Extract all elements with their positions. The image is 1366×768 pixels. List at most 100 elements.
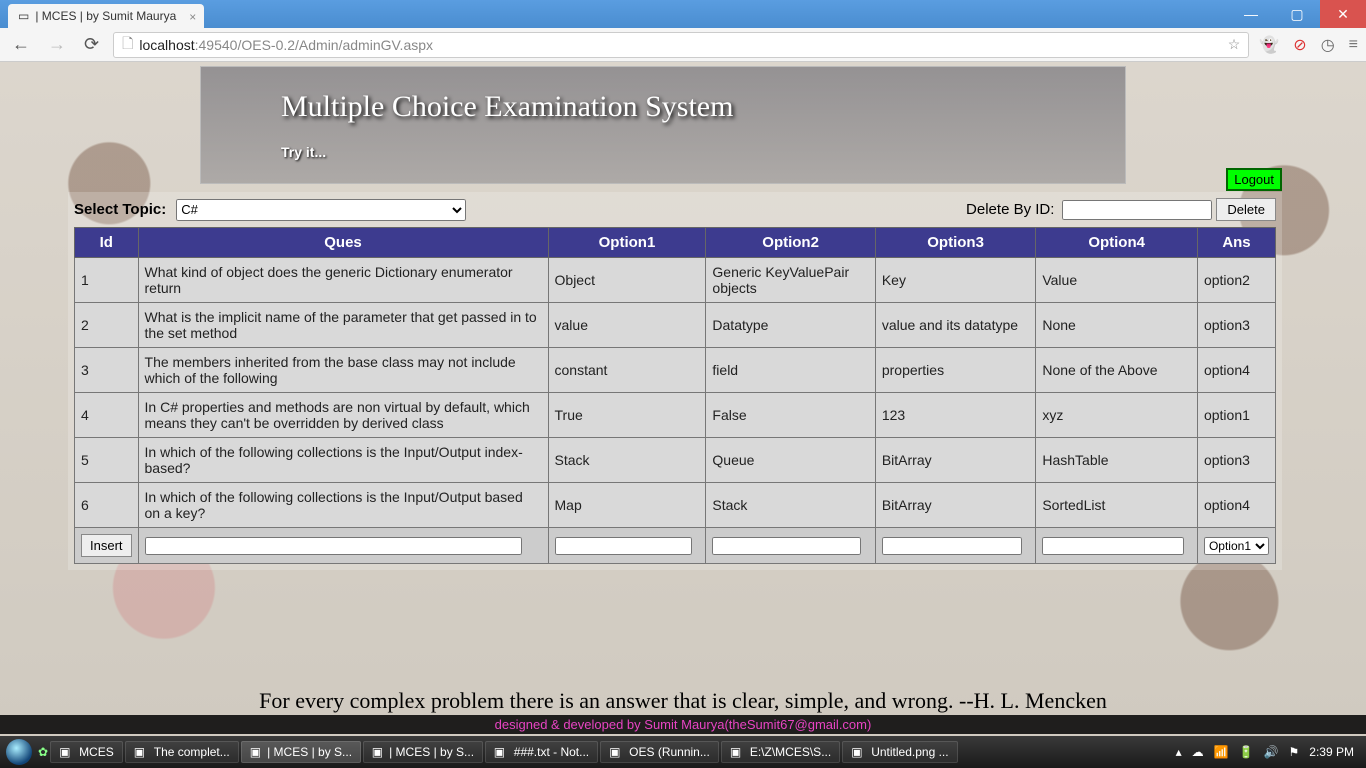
cell: 4	[75, 393, 139, 438]
close-window-button[interactable]: ✕	[1320, 0, 1366, 28]
start-button[interactable]	[6, 739, 32, 765]
cell: value and its datatype	[875, 303, 1036, 348]
cell: 2	[75, 303, 139, 348]
cell: Map	[548, 483, 706, 528]
url-host: localhost	[139, 37, 194, 53]
admin-panel: Logout Select Topic: C# Delete By ID: De…	[68, 192, 1282, 570]
filter-bar: Select Topic: C# Delete By ID: Delete	[74, 198, 1276, 221]
app-icon: ▣	[730, 745, 744, 759]
col-option1[interactable]: Option1	[548, 228, 706, 258]
close-tab-icon[interactable]: ×	[189, 10, 196, 24]
taskbar-item[interactable]: ▣ MCES	[50, 741, 123, 763]
app-icon: ▣	[59, 745, 73, 759]
browser-toolbar: ← → ⟳ 🗋 localhost:49540/OES-0.2/Admin/ad…	[0, 28, 1366, 62]
cell: True	[548, 393, 706, 438]
menu-icon[interactable]: ≡	[1349, 36, 1358, 54]
tray-app-icon[interactable]: ✿	[38, 745, 48, 759]
taskbar-item-label: E:\Z\MCES\S...	[750, 745, 831, 759]
cell: constant	[548, 348, 706, 393]
app-icon: ▣	[134, 745, 148, 759]
taskbar-item-label: OES (Runnin...	[629, 745, 710, 759]
taskbar-item[interactable]: ▣ | MCES | by S...	[241, 741, 361, 763]
cell: value	[548, 303, 706, 348]
new-option2-input[interactable]	[712, 537, 861, 555]
delete-by-id-label: Delete By ID:	[966, 201, 1054, 218]
table-row: 2What is the implicit name of the parame…	[75, 303, 1276, 348]
reload-button[interactable]: ⟳	[80, 34, 103, 55]
cell: What is the implicit name of the paramet…	[138, 303, 548, 348]
taskbar-item[interactable]: ▣ E:\Z\MCES\S...	[721, 741, 840, 763]
browser-tab[interactable]: ▭ | MCES | by Sumit Maurya ×	[8, 4, 204, 28]
app-icon: ▣	[609, 745, 623, 759]
app-icon: ▣	[851, 745, 865, 759]
new-option1-input[interactable]	[555, 537, 693, 555]
col-option2[interactable]: Option2	[706, 228, 875, 258]
cell: option4	[1197, 348, 1275, 393]
bookmark-star-icon[interactable]: ☆	[1228, 36, 1241, 53]
history-icon[interactable]: ◷	[1321, 35, 1335, 55]
cell: option1	[1197, 393, 1275, 438]
col-ques[interactable]: Ques	[138, 228, 548, 258]
tray-battery-icon[interactable]: 🔋	[1239, 745, 1254, 759]
back-button[interactable]: ←	[8, 34, 34, 55]
system-tray: ▴ ☁ 📶 🔋 🔊 ⚑ 2:39 PM	[1176, 745, 1360, 759]
cell: Queue	[706, 438, 875, 483]
new-option4-input[interactable]	[1042, 537, 1183, 555]
cell: The members inherited from the base clas…	[138, 348, 548, 393]
cell: Key	[875, 258, 1036, 303]
app-icon: ▣	[372, 745, 383, 759]
cell: xyz	[1036, 393, 1198, 438]
taskbar-item[interactable]: ▣###.txt - Not...	[485, 741, 598, 763]
tab-title: | MCES | by Sumit Maurya	[35, 9, 176, 23]
cell: option3	[1197, 303, 1275, 348]
cell: In which of the following collections is…	[138, 438, 548, 483]
new-ans-select[interactable]: Option1	[1204, 537, 1269, 555]
col-ans[interactable]: Ans	[1197, 228, 1275, 258]
col-option4[interactable]: Option4	[1036, 228, 1198, 258]
new-option3-input[interactable]	[882, 537, 1022, 555]
delete-button[interactable]: Delete	[1216, 198, 1276, 221]
taskbar-item[interactable]: ▣The complet...	[125, 741, 239, 763]
insert-button[interactable]: Insert	[81, 534, 132, 557]
cell: 5	[75, 438, 139, 483]
tray-flag-icon[interactable]: ⚑	[1289, 745, 1300, 759]
address-bar[interactable]: 🗋 localhost:49540/OES-0.2/Admin/adminGV.…	[113, 32, 1249, 58]
tray-sync-icon[interactable]: ☁	[1192, 745, 1204, 759]
delete-id-input[interactable]	[1062, 200, 1212, 220]
table-row: 3The members inherited from the base cla…	[75, 348, 1276, 393]
topic-select[interactable]: C#	[176, 199, 466, 221]
logout-button[interactable]: Logout	[1226, 168, 1282, 191]
taskbar-item-label: MCES	[79, 745, 114, 759]
col-option3[interactable]: Option3	[875, 228, 1036, 258]
taskbar-item[interactable]: ▣| MCES | by S...	[363, 741, 483, 763]
cell: properties	[875, 348, 1036, 393]
cell: field	[706, 348, 875, 393]
insert-row: Insert Option1	[75, 528, 1276, 564]
forward-button[interactable]: →	[44, 34, 70, 55]
adblock-icon[interactable]: ⊘	[1293, 35, 1306, 55]
tray-network-icon[interactable]: 📶	[1214, 745, 1229, 759]
site-info-icon[interactable]: 🗋	[122, 33, 133, 57]
minimize-button[interactable]: —	[1228, 0, 1274, 28]
app-icon: ▣	[250, 745, 261, 759]
cell: SortedList	[1036, 483, 1198, 528]
new-ques-input[interactable]	[145, 537, 522, 555]
page-icon: ▭	[18, 9, 29, 23]
table-row: 5In which of the following collections i…	[75, 438, 1276, 483]
maximize-button[interactable]: ▢	[1274, 0, 1320, 28]
taskbar-item[interactable]: ▣ OES (Runnin...	[600, 741, 719, 763]
extension-icon[interactable]: 👻	[1259, 35, 1279, 55]
cell: Object	[548, 258, 706, 303]
cell: 1	[75, 258, 139, 303]
table-row: 6In which of the following collections i…	[75, 483, 1276, 528]
taskbar-item-label: | MCES | by S...	[267, 745, 352, 759]
tray-arrow-icon[interactable]: ▴	[1176, 745, 1182, 759]
table-row: 1What kind of object does the generic Di…	[75, 258, 1276, 303]
col-id[interactable]: Id	[75, 228, 139, 258]
cell: Stack	[548, 438, 706, 483]
cell: Generic KeyValuePair objects	[706, 258, 875, 303]
clock[interactable]: 2:39 PM	[1309, 745, 1354, 759]
taskbar-item[interactable]: ▣Untitled.png ...	[842, 741, 957, 763]
tray-volume-icon[interactable]: 🔊	[1264, 745, 1279, 759]
footer-credit: designed & developed by Sumit Maurya(the…	[0, 715, 1366, 734]
